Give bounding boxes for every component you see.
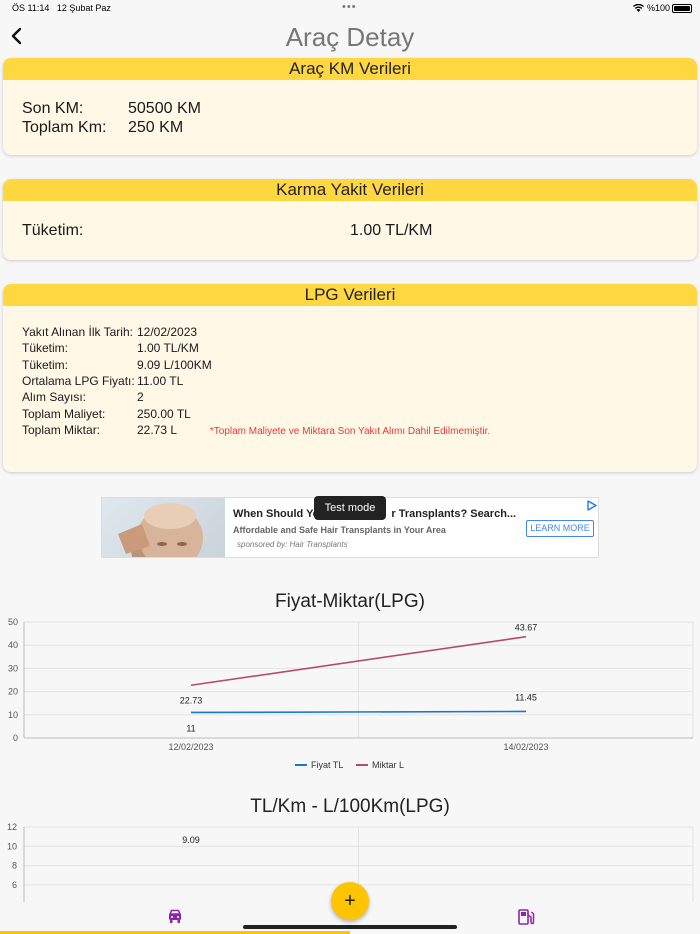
ad-subtitle[interactable]: Affordable and Safe Hair Transplants in … — [233, 525, 446, 535]
x-tick-label: 14/02/2023 — [503, 742, 548, 752]
lpg-row-label: Alım Sayısı: — [22, 390, 87, 405]
km-data-card: Araç KM Verileri Son KM: 50500 KM Toplam … — [3, 58, 697, 155]
last-km-row: Son KM: 50500 KM — [22, 100, 201, 118]
lpg-row-label: Tüketim: — [22, 357, 69, 372]
y-tick-label: 12 — [7, 822, 17, 832]
km-card-title: Araç KM Verileri — [3, 58, 697, 80]
adchoices-icon[interactable] — [586, 500, 597, 514]
lpg-row: Tüketim: 1.00 TL/KM — [22, 341, 199, 355]
lpg-card-title: LPG Verileri — [3, 284, 697, 306]
plus-icon: + — [344, 890, 356, 912]
x-tick-label: 12/02/2023 — [168, 742, 213, 752]
navigation-bar: Araç Detay — [0, 18, 700, 56]
multitasking-dots[interactable]: ••• — [342, 1, 357, 13]
lpg-row: Tüketim: 9.09 L/100KM — [22, 358, 212, 372]
y-tick-label: 10 — [8, 710, 18, 720]
test-mode-badge: Test mode — [314, 496, 386, 520]
y-tick-label: 20 — [8, 687, 18, 697]
lpg-row: Ortalama LPG Fiyatı: 11.00 TL — [22, 374, 183, 388]
lpg-footnote: *Toplam Maliyete ve Miktara Son Yakıt Al… — [209, 426, 491, 437]
lpg-row-value: 11.00 TL — [137, 373, 184, 388]
y-tick-label: 0 — [13, 733, 18, 743]
lpg-row: Alım Sayısı: 2 — [22, 390, 144, 404]
tab-fuel[interactable] — [516, 908, 536, 926]
mixed-card-title: Karma Yakit Verileri — [3, 179, 697, 201]
lpg-row: Yakıt Alınan İlk Tarih: 12/02/2023 — [22, 325, 197, 339]
ad-image[interactable] — [102, 498, 225, 557]
y-tick-label: 30 — [8, 663, 18, 673]
chart2-title: TL/Km - L/100Km(LPG) — [250, 796, 450, 817]
y-tick-label: 50 — [8, 617, 18, 627]
home-indicator[interactable] — [243, 925, 457, 929]
lpg-row-value: 1.00 TL/KM — [137, 341, 199, 356]
battery-percentage: %100 — [633, 3, 670, 13]
y-tick-label: 8 — [12, 861, 17, 871]
total-km-row: Toplam Km: 250 KM — [22, 119, 183, 137]
battery-icon — [672, 4, 692, 13]
fuel-pump-icon — [518, 909, 535, 925]
status-bar: ÖS 11:14 12 Şubat Paz ••• %100 — [0, 0, 700, 18]
status-time: ÖS 11:14 12 Şubat Paz — [12, 3, 111, 13]
lpg-row-value: 2 — [137, 390, 144, 405]
car-icon — [168, 909, 182, 923]
series-line-1 — [190, 710, 527, 714]
ad-sponsor: sponsored by: Hair Transplants — [237, 540, 348, 549]
y-tick-label: 10 — [7, 841, 17, 851]
price-quantity-chart: 0 10 20 30 40 50 12/02/2023 14/02/2023 11 11.45 22… — [8, 617, 694, 770]
lpg-row-value: 250.00 TL — [137, 406, 191, 421]
lpg-row-label: Yakıt Alınan İlk Tarih: — [22, 325, 133, 339]
lpg-data-card: LPG Verileri Yakıt Alınan İlk Tarih: 12/0… — [3, 284, 697, 472]
lpg-row-value: 12/02/2023 — [137, 325, 198, 339]
lpg-row-label: Ortalama LPG Fiyatı: — [22, 373, 135, 388]
page-title: Araç Detay — [285, 22, 415, 52]
total-km-value: 250 KM — [128, 119, 184, 136]
data-label: 9.09 — [182, 835, 200, 845]
learn-more-button[interactable]: LEARN MORE — [526, 520, 594, 537]
tab-vehicle[interactable] — [165, 908, 185, 926]
legend-label: Miktar L — [372, 760, 404, 770]
chart1-title: Fiyat-Miktar(LPG) — [275, 591, 425, 612]
wifi-icon — [633, 3, 645, 12]
y-tick-label: 40 — [8, 640, 18, 650]
y-tick-label: 6 — [12, 880, 17, 890]
last-km-value: 50500 KM — [128, 100, 201, 117]
last-km-label: Son KM: — [22, 100, 84, 117]
lpg-row-label: Toplam Maliyet: — [22, 406, 106, 421]
lpg-row-label: Tüketim: — [22, 341, 69, 356]
mixed-consumption-label: Tüketim: — [22, 222, 84, 239]
data-label: 22.73 — [180, 695, 203, 705]
mixed-fuel-card: Karma Yakit Verileri Tüketim: 1.00 TL/KM — [3, 179, 697, 260]
data-label: 11.45 — [515, 692, 537, 702]
legend-label: Fiyat TL — [311, 760, 343, 770]
total-km-label: Toplam Km: — [22, 119, 107, 136]
lpg-row-value: 9.09 L/100KM — [137, 357, 212, 372]
data-label: 43.67 — [515, 623, 538, 633]
add-fuel-button[interactable]: + — [331, 882, 369, 920]
mixed-consumption-value: 1.00 TL/KM — [350, 222, 433, 239]
data-label: 11 — [186, 723, 195, 733]
lpg-row: Toplam Maliyet: 250.00 TL — [22, 407, 191, 421]
